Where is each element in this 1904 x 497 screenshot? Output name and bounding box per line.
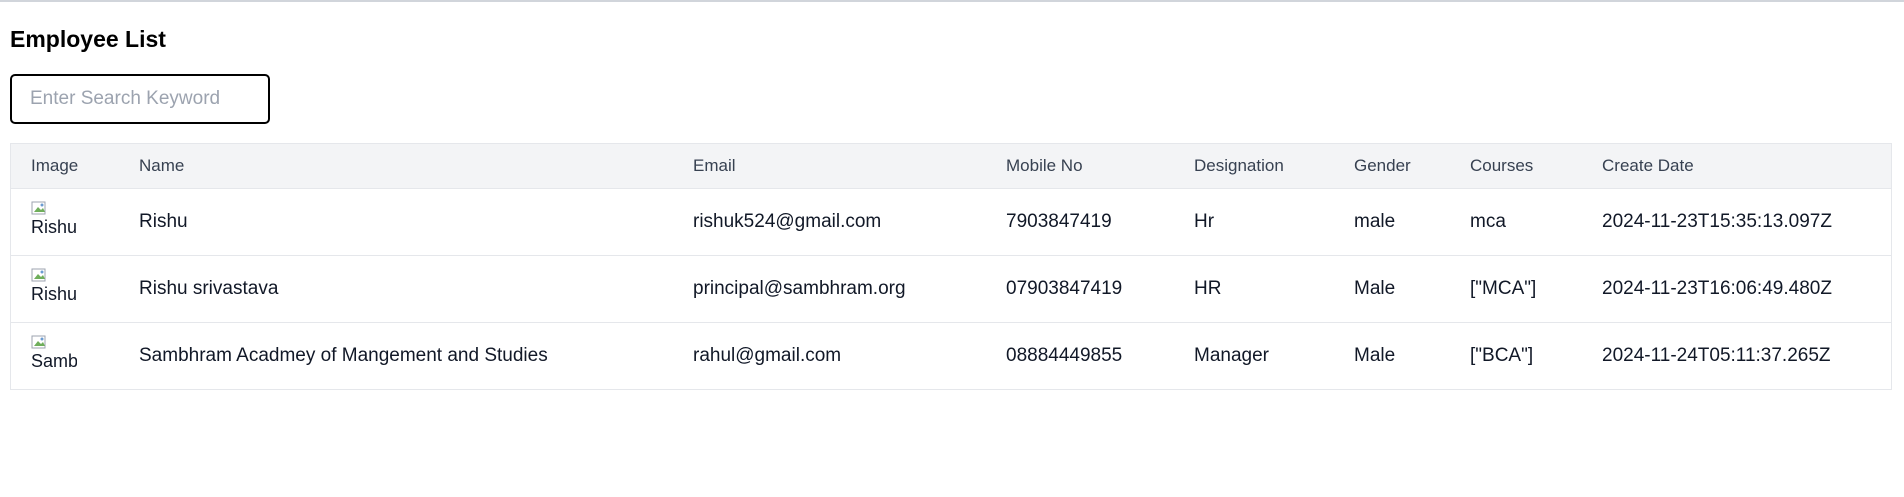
cell-create-date: 2024-11-24T05:11:37.265Z — [1602, 344, 1831, 366]
search-input[interactable] — [10, 74, 270, 124]
top-border — [0, 0, 1904, 2]
column-header-mobile: Mobile No — [1006, 155, 1083, 175]
cell-courses: ["BCA"] — [1470, 344, 1534, 366]
table-row: Rishu Rishu srivastava principal@sambhra… — [11, 255, 1891, 322]
image-alt-text: Rishu — [31, 216, 77, 237]
employee-table: Image Name Email Mobile No Designation G… — [10, 143, 1892, 390]
employee-image: Samb — [31, 334, 77, 378]
cell-mobile: 08884449855 — [1006, 344, 1123, 366]
table-row: Samb Sambhram Acadmey of Mangement and S… — [11, 322, 1891, 389]
cell-courses: ["MCA"] — [1470, 277, 1537, 299]
cell-gender: Male — [1354, 277, 1396, 299]
column-header-image: Image — [31, 155, 79, 175]
cell-designation: HR — [1194, 277, 1222, 299]
cell-gender: Male — [1354, 344, 1396, 366]
column-header-email: Email — [693, 155, 736, 175]
cell-designation: Hr — [1194, 210, 1215, 232]
cell-email: principal@sambhram.org — [693, 277, 906, 299]
cell-mobile: 07903847419 — [1006, 277, 1123, 299]
cell-name: Rishu — [139, 210, 188, 232]
cell-gender: male — [1354, 210, 1396, 232]
employee-image: Rishu — [31, 267, 77, 311]
image-alt-text: Rishu — [31, 283, 77, 304]
column-header-name: Name — [139, 155, 185, 175]
table-row: Rishu Rishu rishuk524@gmail.com 79038474… — [11, 188, 1891, 255]
cell-email: rahul@gmail.com — [693, 344, 842, 366]
column-header-create-date: Create Date — [1602, 155, 1694, 175]
column-header-gender: Gender — [1354, 155, 1411, 175]
page-title: Employee List — [10, 26, 166, 52]
cell-mobile: 7903847419 — [1006, 210, 1112, 232]
cell-designation: Manager — [1194, 344, 1269, 366]
cell-courses: mca — [1470, 210, 1506, 232]
column-header-courses: Courses — [1470, 155, 1534, 175]
cell-name: Sambhram Acadmey of Mangement and Studie… — [139, 344, 548, 366]
column-header-designation: Designation — [1194, 155, 1284, 175]
cell-name: Rishu srivastava — [139, 277, 279, 299]
broken-image-icon — [31, 268, 46, 281]
table-header-row: Image Name Email Mobile No Designation G… — [11, 144, 1891, 188]
broken-image-icon — [31, 201, 46, 214]
broken-image-icon — [31, 335, 46, 349]
cell-create-date: 2024-11-23T15:35:13.097Z — [1602, 210, 1832, 232]
cell-create-date: 2024-11-23T16:06:49.480Z — [1602, 277, 1832, 299]
cell-email: rishuk524@gmail.com — [693, 210, 882, 232]
employee-image: Rishu — [31, 200, 77, 244]
image-alt-text: Samb — [31, 350, 77, 371]
